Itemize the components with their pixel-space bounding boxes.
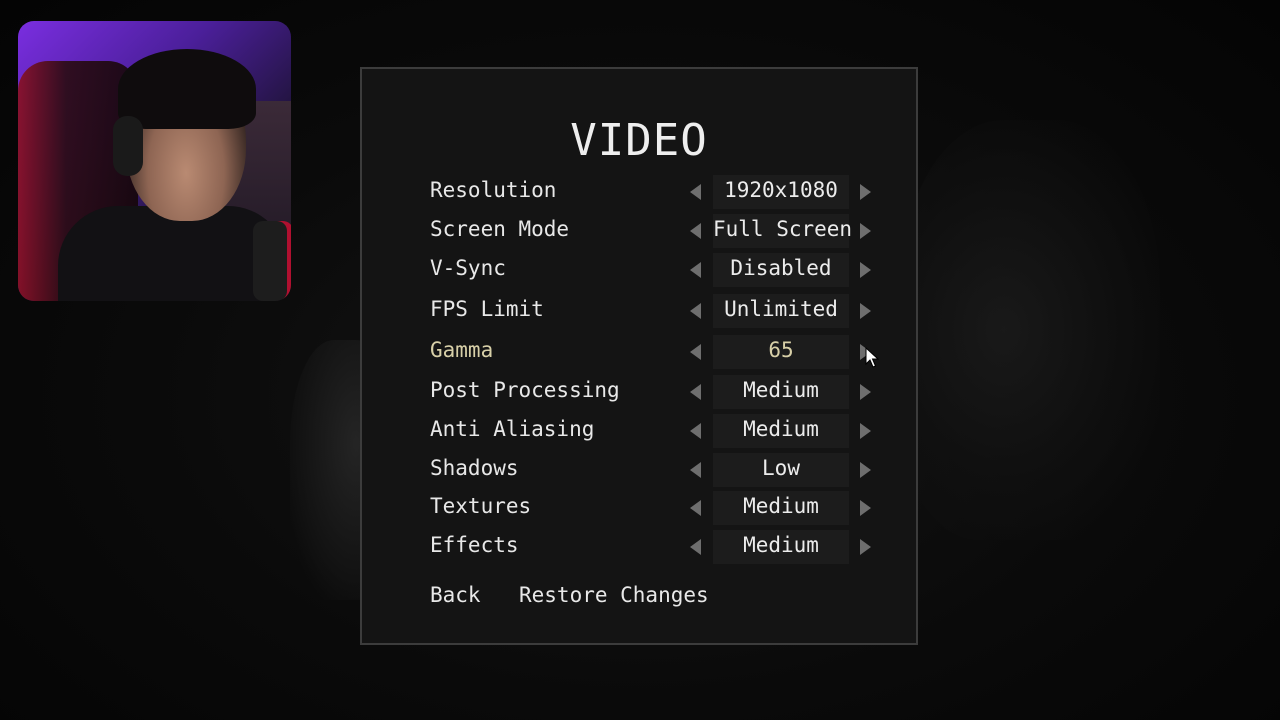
setting-label: Effects bbox=[430, 533, 519, 557]
triangle-left-icon[interactable] bbox=[690, 223, 701, 239]
setting-value: Disabled bbox=[730, 256, 832, 280]
setting-value: Medium bbox=[743, 533, 819, 557]
setting-value: Low bbox=[762, 456, 800, 480]
triangle-left-icon[interactable] bbox=[690, 384, 701, 400]
setting-value: Medium bbox=[743, 494, 819, 518]
setting-value-box: 65 bbox=[713, 335, 849, 369]
menu-title: VIDEO bbox=[570, 115, 708, 166]
back-button[interactable]: Back bbox=[430, 583, 481, 607]
triangle-right-icon[interactable] bbox=[860, 423, 871, 439]
setting-row-gamma[interactable]: Gamma 65 bbox=[430, 335, 876, 369]
triangle-left-icon[interactable] bbox=[690, 539, 701, 555]
triangle-right-icon[interactable] bbox=[860, 184, 871, 200]
setting-value: Medium bbox=[743, 417, 819, 441]
setting-value-box: Medium bbox=[713, 530, 849, 564]
triangle-left-icon[interactable] bbox=[690, 303, 701, 319]
setting-value-box: 1920x1080 bbox=[713, 175, 849, 209]
streamer-hair bbox=[118, 49, 256, 129]
setting-value-box: Disabled bbox=[713, 253, 849, 287]
triangle-left-icon[interactable] bbox=[690, 184, 701, 200]
video-settings-panel: VIDEO Resolution 1920x1080 Screen Mode F… bbox=[360, 67, 918, 645]
setting-row-shadows[interactable]: Shadows Low bbox=[430, 453, 876, 487]
triangle-right-icon[interactable] bbox=[860, 223, 871, 239]
game-screen: VIDEO Resolution 1920x1080 Screen Mode F… bbox=[0, 0, 1280, 720]
triangle-left-icon[interactable] bbox=[690, 500, 701, 516]
restore-changes-button[interactable]: Restore Changes bbox=[519, 583, 709, 607]
setting-row-anti-aliasing[interactable]: Anti Aliasing Medium bbox=[430, 414, 876, 448]
webcam-overlay bbox=[18, 21, 291, 301]
setting-row-screen-mode[interactable]: Screen Mode Full Screen bbox=[430, 214, 876, 248]
setting-value: Full Screen bbox=[713, 217, 853, 241]
mouse-cursor-icon bbox=[865, 347, 879, 368]
triangle-right-icon[interactable] bbox=[860, 384, 871, 400]
setting-value-box: Medium bbox=[713, 414, 849, 448]
setting-row-resolution[interactable]: Resolution 1920x1080 bbox=[430, 175, 876, 209]
triangle-right-icon[interactable] bbox=[860, 500, 871, 516]
triangle-left-icon[interactable] bbox=[690, 262, 701, 278]
setting-label: Post Processing bbox=[430, 378, 620, 402]
setting-value-box: Medium bbox=[713, 375, 849, 409]
triangle-left-icon[interactable] bbox=[690, 344, 701, 360]
triangle-right-icon[interactable] bbox=[860, 303, 871, 319]
setting-value: Unlimited bbox=[724, 297, 838, 321]
setting-row-textures[interactable]: Textures Medium bbox=[430, 491, 876, 525]
setting-row-v-sync[interactable]: V-Sync Disabled bbox=[430, 253, 876, 287]
setting-label: V-Sync bbox=[430, 256, 506, 280]
setting-row-effects[interactable]: Effects Medium bbox=[430, 530, 876, 564]
headset-icon bbox=[113, 116, 143, 176]
setting-value-box: Full Screen bbox=[713, 214, 853, 248]
triangle-left-icon[interactable] bbox=[690, 423, 701, 439]
microphone-icon bbox=[253, 221, 291, 301]
setting-label: Anti Aliasing bbox=[430, 417, 595, 441]
triangle-right-icon[interactable] bbox=[860, 462, 871, 478]
setting-row-fps-limit[interactable]: FPS Limit Unlimited bbox=[430, 294, 876, 328]
setting-value: Medium bbox=[743, 378, 819, 402]
triangle-right-icon[interactable] bbox=[860, 262, 871, 278]
background-object-right bbox=[900, 120, 1160, 540]
setting-value-box: Low bbox=[713, 453, 849, 487]
setting-label: Gamma bbox=[430, 338, 494, 362]
triangle-right-icon[interactable] bbox=[860, 539, 871, 555]
setting-value: 1920x1080 bbox=[724, 178, 838, 202]
setting-value-box: Medium bbox=[713, 491, 849, 525]
setting-value: 65 bbox=[768, 338, 794, 362]
triangle-left-icon[interactable] bbox=[690, 462, 701, 478]
setting-label: Resolution bbox=[430, 178, 557, 202]
setting-value-box: Unlimited bbox=[713, 294, 849, 328]
setting-row-post-processing[interactable]: Post Processing Medium bbox=[430, 375, 876, 409]
setting-label: Shadows bbox=[430, 456, 519, 480]
setting-label: Textures bbox=[430, 494, 532, 518]
setting-label: Screen Mode bbox=[430, 217, 570, 241]
setting-label: FPS Limit bbox=[430, 297, 544, 321]
